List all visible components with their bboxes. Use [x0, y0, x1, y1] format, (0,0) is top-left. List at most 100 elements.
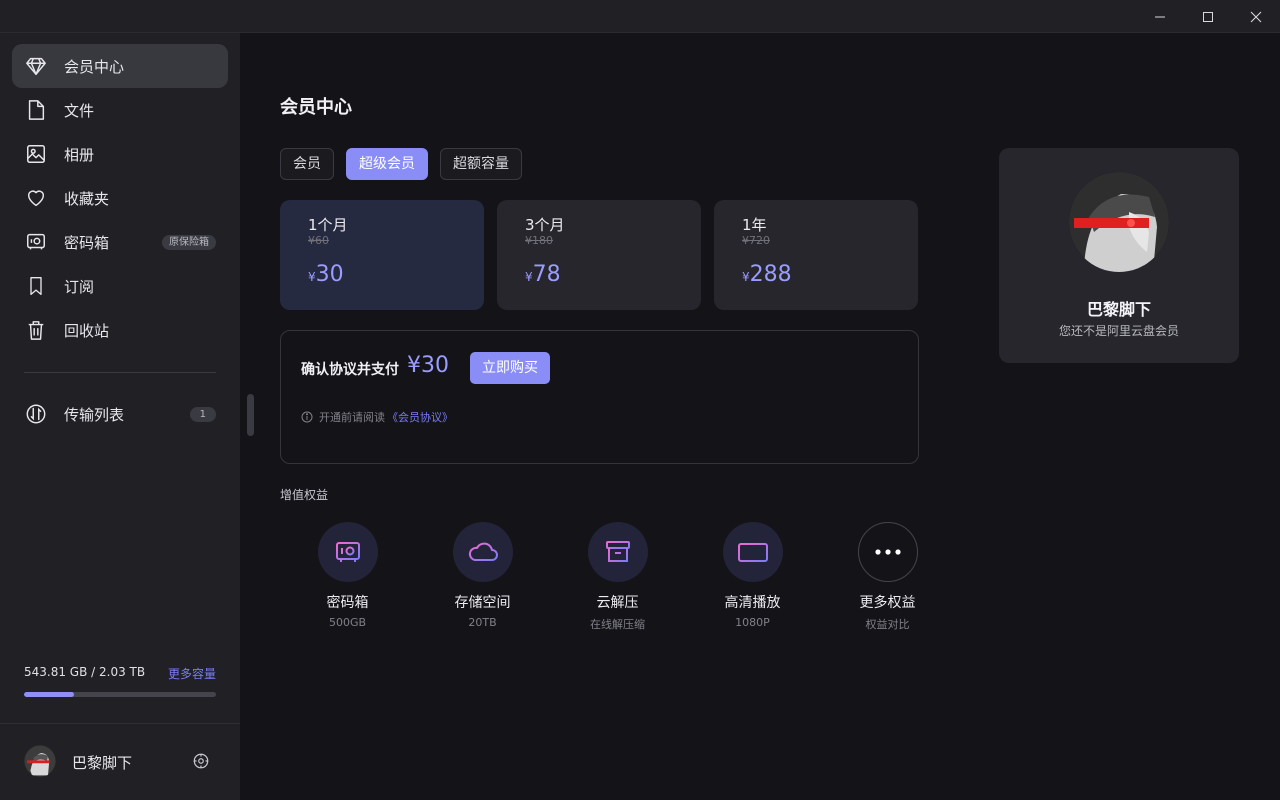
perk-cloud-unzip[interactable]: 云解压 在线解压缩 — [550, 522, 685, 632]
sidebar-user: 巴黎脚下 — [0, 723, 240, 800]
buy-now-button[interactable]: 立即购买 — [470, 352, 550, 384]
tab-member[interactable]: 会员 — [280, 148, 334, 180]
sidebar-item-label: 相册 — [64, 145, 95, 164]
agreement-link[interactable]: 《会员协议》 — [387, 409, 453, 425]
plan-options: 1个月 ¥60 ¥30 3个月 ¥180 ¥78 1年 ¥720 ¥288 — [280, 200, 918, 310]
card-icon — [722, 522, 783, 582]
sidebar-item-favorites[interactable]: 收藏夹 — [12, 176, 228, 220]
transfer-count-badge: 1 — [189, 407, 216, 422]
perks-title: 增值权益 — [280, 488, 329, 502]
transfer-section: 传输列表 1 — [12, 392, 228, 436]
perk-hd-playback[interactable]: 高清播放 1080P — [685, 522, 820, 632]
plan-card-1-month[interactable]: 1个月 ¥60 ¥30 — [280, 200, 484, 310]
more-capacity-link[interactable]: 更多容量 — [168, 665, 216, 682]
sidebar-resize-handle[interactable] — [247, 394, 254, 436]
sidebar-item-subscriptions[interactable]: 订阅 — [12, 264, 228, 308]
perks-list: 密码箱 500GB 存储空间 20TB 云解压 在线解压缩 高清播放 1080P… — [280, 522, 955, 632]
sidebar-item-label: 传输列表 — [64, 405, 125, 424]
trash-icon — [24, 318, 48, 342]
album-icon — [24, 142, 48, 166]
price-value: 30 — [315, 262, 344, 287]
safe-badge: 原保险箱 — [162, 235, 216, 250]
perk-safe[interactable]: 密码箱 500GB — [280, 522, 415, 632]
sidebar-item-files[interactable]: 文件 — [12, 88, 228, 132]
price-value: 288 — [749, 262, 792, 287]
title-bar — [0, 0, 1280, 33]
tab-super-member[interactable]: 超级会员 — [346, 148, 428, 180]
plan-name: 1个月 — [308, 216, 348, 234]
sidebar-item-album[interactable]: 相册 — [12, 132, 228, 176]
sidebar-item-trash[interactable]: 回收站 — [12, 308, 228, 352]
perk-subtitle: 1080P — [735, 616, 770, 629]
plan-price: ¥30 — [308, 262, 344, 287]
file-icon — [24, 98, 48, 122]
perk-title: 密码箱 — [326, 595, 369, 611]
profile-name: 巴黎脚下 — [1086, 300, 1151, 319]
tab-extra-capacity[interactable]: 超额容量 — [440, 148, 522, 180]
perk-subtitle: 在线解压缩 — [590, 618, 645, 631]
agreement-notice: 开通前请阅读 《会员协议》 — [301, 409, 453, 425]
sidebar-item-label: 密码箱 — [64, 233, 110, 252]
notice-text: 开通前请阅读 — [319, 411, 385, 424]
transfer-icon — [24, 402, 48, 426]
currency-symbol: ¥ — [742, 270, 750, 284]
currency-symbol: ¥ — [308, 270, 316, 284]
sidebar-item-membership[interactable]: 会员中心 — [12, 44, 228, 88]
currency-symbol: ¥ — [525, 270, 533, 284]
storage-usage: 543.81 GB / 2.03 TB 更多容量 — [24, 665, 216, 697]
minimize-button[interactable] — [1136, 0, 1184, 33]
safe-icon — [24, 230, 48, 254]
info-icon — [301, 411, 313, 423]
window-controls — [1136, 0, 1280, 33]
plan-name: 1年 — [742, 216, 767, 234]
storage-progress-bar — [24, 692, 216, 697]
perk-title: 高清播放 — [724, 595, 781, 611]
sidebar-item-label: 回收站 — [64, 321, 110, 340]
payment-amount: ¥30 — [407, 353, 449, 378]
maximize-icon — [1203, 11, 1213, 22]
safe-icon — [317, 522, 378, 582]
sidebar-item-label: 文件 — [64, 101, 95, 120]
sidebar: 会员中心 文件 相册 收藏夹 密码箱 原保险箱 订阅 回收站 传输列表 1 54… — [0, 33, 240, 800]
cloud-icon — [452, 522, 513, 582]
perk-title: 更多权益 — [859, 595, 916, 611]
perk-subtitle: 权益对比 — [865, 618, 910, 631]
perk-storage[interactable]: 存储空间 20TB — [415, 522, 550, 632]
plan-card-1-year[interactable]: 1年 ¥720 ¥288 — [714, 200, 918, 310]
maximize-button[interactable] — [1184, 0, 1232, 33]
heart-icon — [24, 186, 48, 210]
close-button[interactable] — [1232, 0, 1280, 33]
gear-icon — [193, 753, 209, 769]
plan-original-price: ¥720 — [742, 234, 770, 247]
profile-avatar[interactable] — [1069, 172, 1169, 272]
sidebar-item-label: 订阅 — [64, 277, 95, 296]
avatar[interactable] — [24, 745, 56, 777]
perk-more[interactable]: 更多权益 权益对比 — [820, 522, 955, 632]
perk-subtitle: 500GB — [328, 616, 367, 629]
profile-card: 巴黎脚下 您还不是阿里云盘会员 — [999, 148, 1239, 363]
plan-price: ¥288 — [742, 262, 792, 287]
close-icon — [1250, 11, 1262, 22]
payment-label: 确认协议并支付 — [301, 362, 399, 378]
payment-panel: 确认协议并支付 ¥30 立即购买 开通前请阅读 《会员协议》 — [280, 330, 919, 464]
plan-original-price: ¥60 — [308, 234, 329, 247]
bookmark-icon — [24, 274, 48, 298]
sidebar-item-safe[interactable]: 密码箱 原保险箱 — [12, 220, 228, 264]
perk-title: 云解压 — [596, 595, 639, 611]
more-dots-icon — [857, 522, 918, 582]
sidebar-item-transfer-list[interactable]: 传输列表 1 — [12, 392, 228, 436]
sidebar-divider — [24, 372, 216, 373]
sidebar-username: 巴黎脚下 — [72, 754, 133, 772]
plan-original-price: ¥180 — [525, 234, 553, 247]
diamond-icon — [24, 54, 48, 78]
membership-status: 您还不是阿里云盘会员 — [1058, 324, 1179, 338]
plan-price: ¥78 — [525, 262, 561, 287]
membership-tabs: 会员 超级会员 超额容量 — [280, 148, 522, 180]
settings-button[interactable] — [192, 752, 212, 772]
perk-subtitle: 20TB — [468, 616, 497, 629]
price-value: 78 — [532, 262, 561, 287]
plan-card-3-months[interactable]: 3个月 ¥180 ¥78 — [497, 200, 701, 310]
sidebar-item-label: 会员中心 — [64, 57, 125, 76]
sidebar-nav: 会员中心 文件 相册 收藏夹 密码箱 原保险箱 订阅 回收站 — [12, 44, 228, 352]
plan-name: 3个月 — [525, 216, 565, 234]
